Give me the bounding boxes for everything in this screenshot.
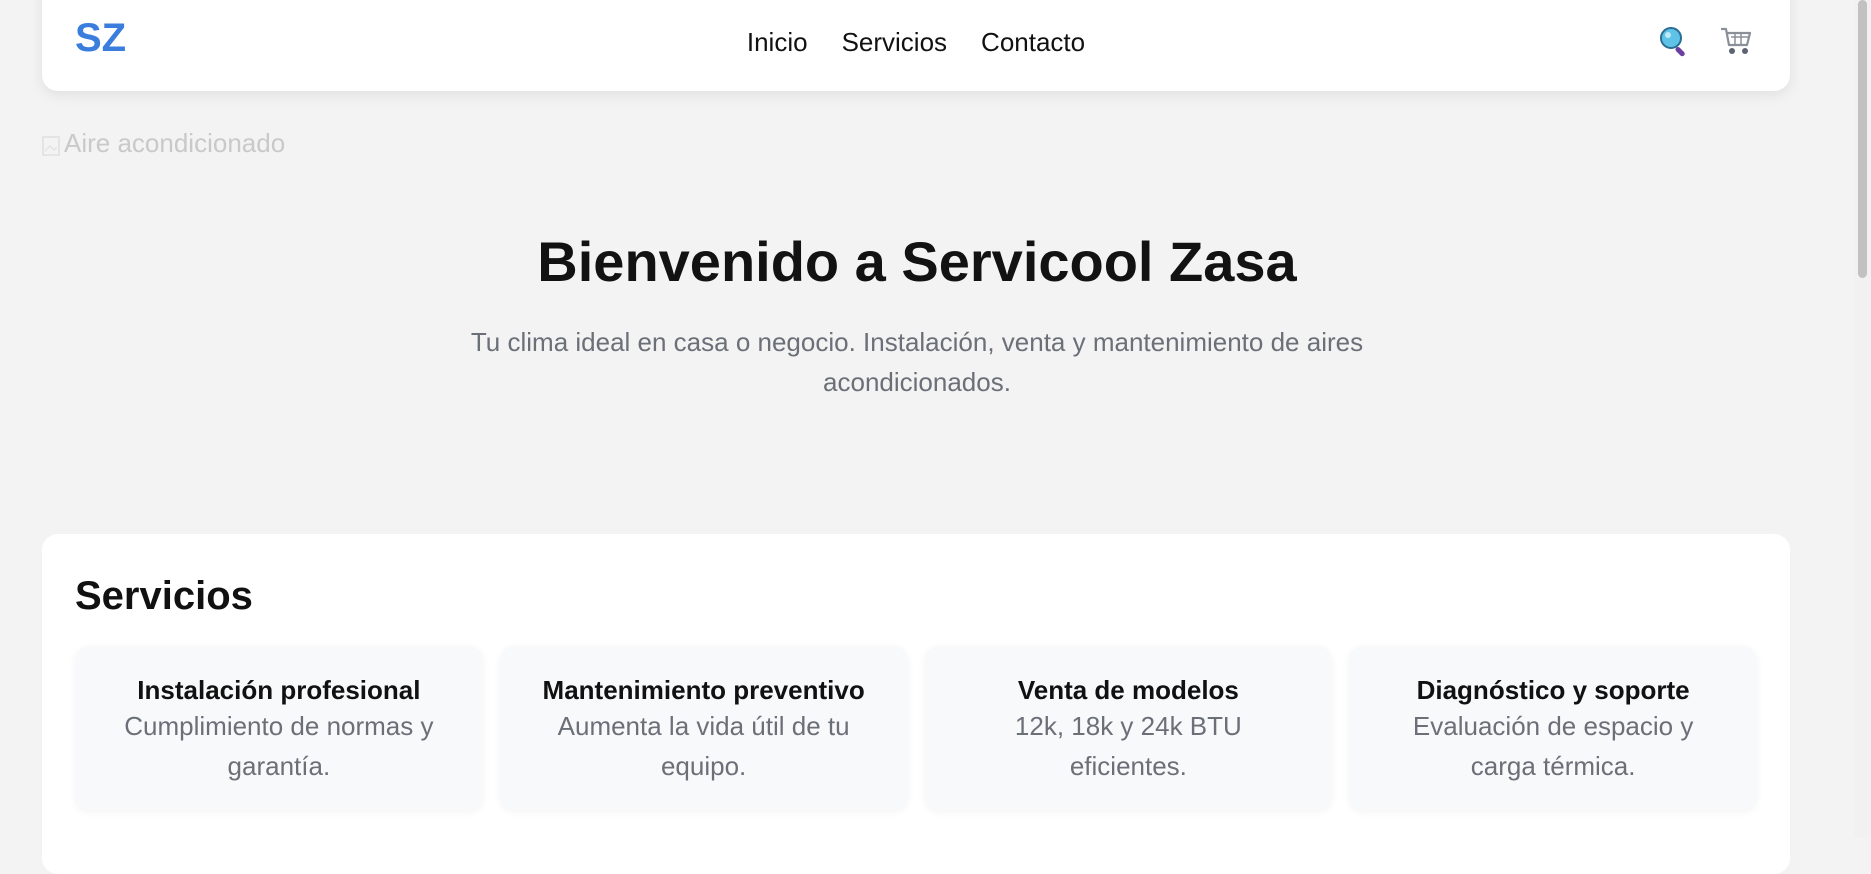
nav-link-servicios[interactable]: Servicios [842, 27, 947, 58]
service-card-venta: Venta de modelos 12k, 18k y 24k BTU efic… [924, 646, 1333, 810]
services-title: Servicios [75, 574, 253, 618]
hero-image-alt-text: Aire acondicionado [64, 128, 286, 158]
service-card-description: Evaluación de espacio y carga térmica. [1412, 711, 1694, 781]
service-grid: Instalación profesional Cumplimiento de … [75, 646, 1757, 810]
search-icon [1660, 27, 1685, 57]
service-card-title: Mantenimiento preventivo [542, 675, 865, 705]
search-button[interactable] [1656, 23, 1692, 59]
cart-button[interactable] [1718, 23, 1754, 59]
hero-subtitle: Tu clima ideal en casa o negocio. Instal… [470, 327, 1364, 397]
hero-title: Bienvenido a Servicool Zasa [537, 230, 1297, 293]
nav-link-contacto[interactable]: Contacto [981, 27, 1085, 58]
header-actions [1656, 23, 1754, 59]
service-card-description: Cumplimiento de normas y garantía. [124, 711, 434, 781]
hero-image: Aire acondicionado [42, 128, 285, 159]
service-card-diagnostico: Diagnóstico y soporte Evaluación de espa… [1349, 646, 1757, 810]
nav-link-inicio[interactable]: Inicio [747, 27, 808, 58]
services-section: Servicios Instalación profesional Cumpli… [42, 534, 1790, 874]
service-card-title: Instalación profesional [137, 675, 421, 705]
page-scrollbar[interactable] [1854, 0, 1871, 837]
service-card-title: Diagnóstico y soporte [1416, 675, 1690, 705]
service-card-description: 12k, 18k y 24k BTU eficientes. [1014, 711, 1242, 781]
service-card-title: Venta de modelos [1017, 675, 1239, 705]
service-card-instalacion: Instalación profesional Cumplimiento de … [75, 646, 483, 810]
service-card-mantenimiento: Mantenimiento preventivo Aumenta la vida… [499, 646, 908, 810]
site-header: SZ Inicio Servicios Contacto [42, 0, 1790, 91]
cart-icon [1721, 27, 1752, 54]
broken-image-icon [42, 133, 62, 156]
scrollbar-thumb[interactable] [1858, 0, 1867, 278]
main-nav: Inicio Servicios Contacto [42, 27, 1790, 58]
service-card-description: Aumenta la vida útil de tu equipo. [557, 711, 850, 781]
